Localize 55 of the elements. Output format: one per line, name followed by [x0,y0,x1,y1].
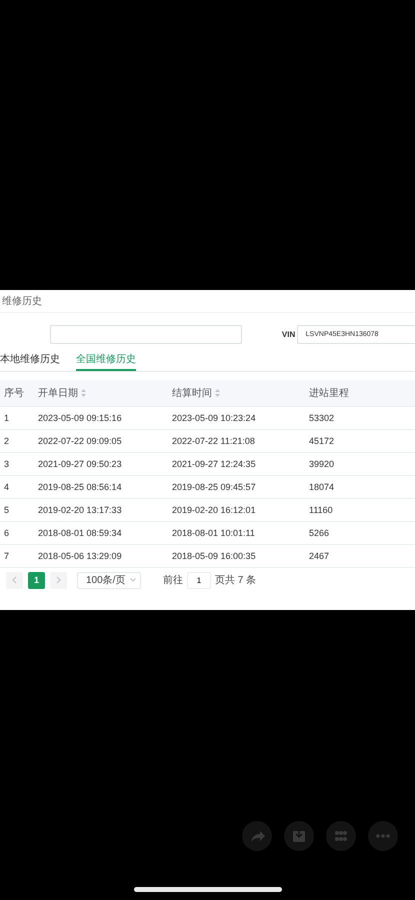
vin-label: VIN [282,330,296,338]
page-button[interactable]: 1 [28,572,45,588]
table-cell: 53302 [309,413,334,423]
table-cell: 7 [4,551,10,561]
table-cell: 18074 [309,482,334,492]
next-page-button[interactable] [50,572,67,588]
table-cell: 2019-08-25 08:56:14 [38,482,122,492]
table-cell: 2023-05-09 10:23:24 [172,413,256,423]
table-cell: 39920 [309,459,334,469]
previous-page-button[interactable] [6,572,23,588]
column-header: 序号 [4,386,24,400]
page-number-field[interactable]: 1 [187,572,211,588]
table-cell: 2022-07-22 11:21:08 [172,436,255,446]
table-cell: 2023-05-09 09:15:16 [38,413,122,423]
search-field[interactable] [50,324,242,344]
table-cell: 1 [4,413,10,423]
page-size-value: 100条/页 [86,574,126,587]
chevron-left-icon [12,576,17,584]
tab[interactable]: 本地维修历史 [0,349,60,371]
home-indicator[interactable] [134,887,282,892]
tab[interactable]: 全国维修历史 [76,349,136,371]
table-cell: 2 [4,436,10,446]
table-cell: 3 [4,459,10,469]
column-header: 结算时间 [172,386,212,400]
page-size-select[interactable]: 100条/页 [77,572,141,588]
table-cell: 45172 [309,436,334,446]
table-cell: 5 [4,505,10,515]
chevron-right-icon [56,576,61,584]
goto-label: 前往 [163,574,183,587]
table-cell: 6 [4,528,10,538]
sort-icon[interactable] [81,389,86,397]
total-count: 页共 7 条 [215,574,256,587]
table-cell: 2018-05-09 16:00:35 [172,551,256,561]
page-title: 维修历史 [0,290,415,313]
table-cell: 4 [4,482,10,492]
table-cell: 2018-08-01 08:59:34 [38,528,122,538]
table-cell: 2019-02-20 13:17:33 [38,505,122,515]
table-cell: 2021-09-27 12:24:35 [172,459,256,469]
table-cell: 2467 [309,551,330,561]
table-cell: 2018-08-01 10:01:11 [172,528,255,538]
table-cell: 5266 [309,528,330,538]
column-header: 开单日期 [38,386,78,400]
table-cell: 2021-09-27 09:50:23 [38,459,122,469]
table-cell: 2018-05-06 13:29:09 [38,551,122,561]
table-cell: 2019-08-25 09:45:57 [172,482,256,492]
download-icon[interactable] [284,821,314,851]
caret-icon [130,578,136,582]
table-cell: 2019-02-20 16:12:01 [172,505,256,515]
column-header: 进站里程 [309,386,349,400]
share-icon[interactable] [242,821,272,851]
grid-icon[interactable] [326,821,356,851]
table-cell: 11160 [309,505,333,515]
more-icon[interactable] [368,821,398,851]
table-cell: 2022-07-22 09:09:05 [38,436,122,446]
sort-icon[interactable] [215,389,220,397]
